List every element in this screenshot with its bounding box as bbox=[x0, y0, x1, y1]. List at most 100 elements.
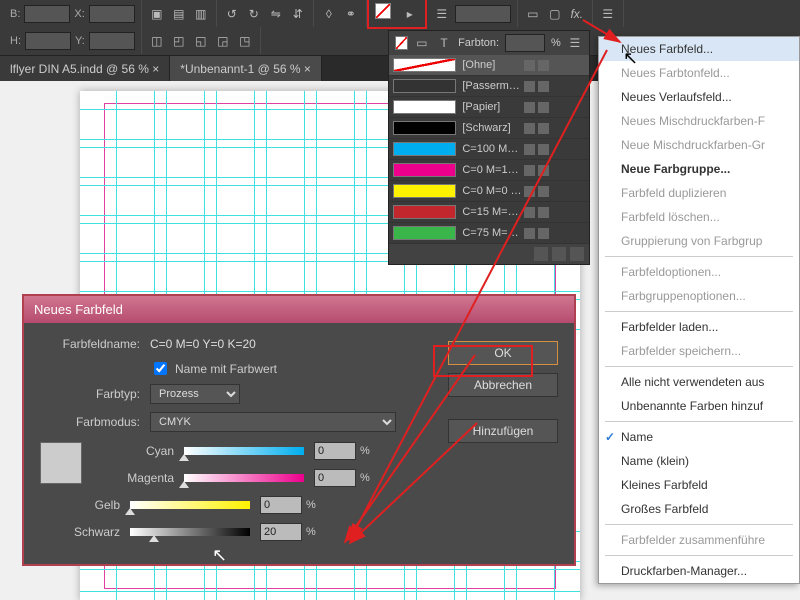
new-swatch-dialog: Neues Farbfeld Farbfeldname: C=0 M=0 Y=0… bbox=[22, 294, 576, 566]
delete-swatch-icon[interactable] bbox=[570, 247, 584, 261]
menu-item[interactable]: Neue Farbgruppe... bbox=[599, 157, 799, 181]
align-center-icon[interactable]: ▤ bbox=[170, 5, 188, 23]
slider-row: Schwarz% bbox=[40, 523, 448, 541]
rotate-right-icon[interactable]: ↻ bbox=[245, 5, 263, 23]
swatch-row[interactable]: C=15 M=100 Y=100 K=0 bbox=[389, 202, 589, 223]
new-group-icon[interactable] bbox=[534, 247, 548, 261]
swatch-row[interactable]: C=0 M=100 Y=0 K=0 bbox=[389, 160, 589, 181]
slider-knob[interactable] bbox=[179, 454, 189, 461]
slider-track[interactable] bbox=[130, 498, 250, 512]
stroke-weight-input[interactable]: 0 Pt bbox=[455, 5, 511, 23]
formatting-container-icon[interactable]: ▭ bbox=[414, 34, 430, 52]
stroke-fill-swatch[interactable] bbox=[375, 3, 397, 25]
chain-icon[interactable]: ⚭ bbox=[342, 5, 360, 23]
slider-label: Schwarz bbox=[40, 525, 130, 539]
menu-item[interactable]: Großes Farbfeld bbox=[599, 497, 799, 521]
corner4-icon[interactable]: ◲ bbox=[214, 32, 232, 50]
tint-input[interactable] bbox=[505, 34, 545, 52]
swatch-row[interactable]: [Ohne] bbox=[389, 55, 589, 76]
swatch-color-icon bbox=[393, 226, 456, 240]
corner3-icon[interactable]: ◱ bbox=[192, 32, 210, 50]
height-input[interactable] bbox=[25, 32, 71, 50]
swatch-menu-arrow-icon[interactable]: ▸ bbox=[401, 5, 419, 23]
fill-swatch-icon[interactable] bbox=[395, 36, 408, 50]
type-icon bbox=[538, 165, 549, 176]
menu-item[interactable]: Name bbox=[599, 425, 799, 449]
swatch-name: [Passermarken] bbox=[462, 80, 523, 92]
width-input[interactable] bbox=[24, 5, 70, 23]
menu-item[interactable]: Unbenannte Farben hinzuf bbox=[599, 394, 799, 418]
color-type-select[interactable]: Prozess bbox=[150, 384, 240, 404]
slider-track[interactable] bbox=[184, 471, 304, 485]
text-icon[interactable]: T bbox=[436, 34, 452, 52]
swatch-name: C=0 M=100 Y=0 K=0 bbox=[462, 164, 523, 176]
menu-item: Farbfeld löschen... bbox=[599, 205, 799, 229]
swatch-color-icon bbox=[393, 163, 456, 177]
menu-item[interactable]: Kleines Farbfeld bbox=[599, 473, 799, 497]
flip-h-icon[interactable]: ⇋ bbox=[267, 5, 285, 23]
x-input[interactable] bbox=[89, 5, 135, 23]
cant-edit-icon bbox=[524, 81, 535, 92]
swatch-row[interactable]: [Passermarken] bbox=[389, 76, 589, 97]
slider-track[interactable] bbox=[130, 525, 250, 539]
menu-item: Farbgruppenoptionen... bbox=[599, 284, 799, 308]
menu-item[interactable]: Name (klein) bbox=[599, 449, 799, 473]
misc-icon[interactable]: ◊ bbox=[320, 5, 338, 23]
slider-knob[interactable] bbox=[125, 508, 135, 515]
slider-track[interactable] bbox=[184, 444, 304, 458]
fx-icon[interactable]: fx. bbox=[568, 5, 586, 23]
y-input[interactable] bbox=[89, 32, 135, 50]
cant-edit-icon bbox=[524, 228, 535, 239]
swatch-name: C=15 M=100 Y=100 K=0 bbox=[462, 206, 523, 218]
document-tab[interactable]: *Unbenannt-1 @ 56 % × bbox=[170, 56, 322, 82]
corner-icon[interactable]: ◫ bbox=[148, 32, 166, 50]
swatch-name: C=75 M=5 Y=100 K=0 bbox=[462, 227, 523, 239]
color-type-label: Farbtyp: bbox=[40, 387, 150, 401]
slider-row: Gelb% bbox=[40, 496, 448, 514]
close-icon[interactable]: × bbox=[304, 62, 311, 76]
slider-value-input[interactable] bbox=[314, 442, 356, 460]
slider-value-input[interactable] bbox=[314, 469, 356, 487]
flip-v-icon[interactable]: ⇵ bbox=[289, 5, 307, 23]
cant-edit-icon bbox=[524, 207, 535, 218]
slider-knob[interactable] bbox=[149, 535, 159, 542]
tint-pct: % bbox=[551, 37, 561, 49]
swatch-color-icon bbox=[393, 58, 456, 72]
distribute-icon[interactable]: ▥ bbox=[192, 5, 210, 23]
frame2-icon[interactable]: ▢ bbox=[546, 5, 564, 23]
swatch-row[interactable]: [Papier] bbox=[389, 97, 589, 118]
menu-item: Farbfelder zusammenführe bbox=[599, 528, 799, 552]
rotate-left-icon[interactable]: ↺ bbox=[223, 5, 241, 23]
tab-label: lflyer DIN A5.indd @ 56 % bbox=[10, 62, 149, 76]
corner2-icon[interactable]: ◰ bbox=[170, 32, 188, 50]
slider-value-input[interactable] bbox=[260, 523, 302, 541]
menu-item[interactable]: Farbfelder laden... bbox=[599, 315, 799, 339]
menu-item[interactable]: Neues Verlaufsfeld... bbox=[599, 85, 799, 109]
panel-menu-icon[interactable]: ☰ bbox=[567, 34, 583, 52]
menu-item[interactable]: Druckfarben-Manager... bbox=[599, 559, 799, 583]
swatch-row[interactable]: C=75 M=5 Y=100 K=0 bbox=[389, 223, 589, 244]
slider-value-input[interactable] bbox=[260, 496, 302, 514]
swatch-row[interactable]: C=100 M=0 Y=0 K=0 bbox=[389, 139, 589, 160]
menu-icon[interactable]: ☰ bbox=[599, 5, 617, 23]
swatch-row[interactable]: [Schwarz] bbox=[389, 118, 589, 139]
swatch-name: [Schwarz] bbox=[462, 122, 523, 134]
percent-label: % bbox=[360, 472, 370, 484]
new-swatch-icon[interactable] bbox=[552, 247, 566, 261]
slider-label: Gelb bbox=[40, 498, 130, 512]
add-button[interactable]: Hinzufügen bbox=[448, 419, 558, 443]
close-icon[interactable]: × bbox=[152, 62, 159, 76]
swatch-row[interactable]: C=0 M=0 Y=100 K=0 bbox=[389, 181, 589, 202]
menu-item[interactable]: Alle nicht verwendeten aus bbox=[599, 370, 799, 394]
menu-item[interactable]: Neues Farbfeld... bbox=[599, 37, 799, 61]
corner5-icon[interactable]: ◳ bbox=[236, 32, 254, 50]
frame-icon[interactable]: ▭ bbox=[524, 5, 542, 23]
color-mode-select[interactable]: CMYK bbox=[150, 412, 396, 432]
stroke-weight-icon: ☰ bbox=[433, 5, 451, 23]
slider-row: Magenta% bbox=[94, 469, 448, 487]
document-tab[interactable]: lflyer DIN A5.indd @ 56 % × bbox=[0, 56, 170, 82]
name-with-value-checkbox[interactable] bbox=[154, 362, 167, 375]
cmyk-sliders: Cyan%Magenta%Gelb%Schwarz% bbox=[40, 442, 448, 541]
slider-knob[interactable] bbox=[179, 481, 189, 488]
align-left-icon[interactable]: ▣ bbox=[148, 5, 166, 23]
